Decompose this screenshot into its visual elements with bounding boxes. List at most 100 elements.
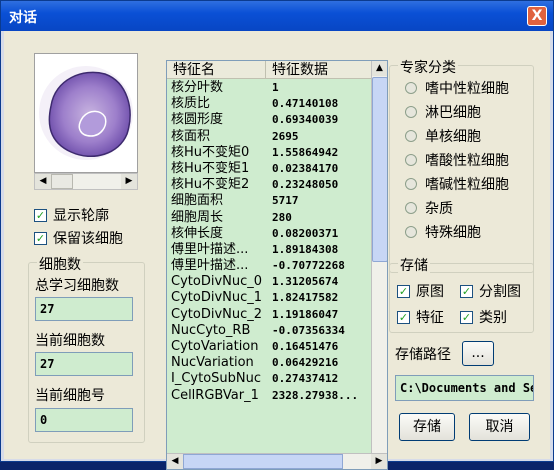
feature-row[interactable]: 核质比 0.47140108 [167,96,372,112]
feature-value: 1 [272,81,279,94]
keep-cell-label: 保留该细胞 [53,231,123,247]
expert-option-label: 杂质 [425,201,453,217]
feature-value: 280 [272,210,292,224]
feature-row[interactable]: 细胞面积 5717 [167,193,372,209]
cancel-button[interactable]: 取消 [469,413,530,441]
expert-group-label: 专家分类 [398,57,458,77]
checkmark-icon: ✓ [397,310,410,324]
feature-row[interactable]: 核Hu不变矩2 0.23248050 [167,177,372,193]
save-segmented-checkbox[interactable]: ✓ 分割图 [460,281,521,301]
feature-list-vthumb[interactable] [372,77,387,262]
total-cells-field[interactable]: 27 [35,297,133,321]
feature-name: 细胞周长 [171,209,224,225]
feature-row[interactable]: CytoDivNuc_0 1.31205674 [167,274,372,290]
feature-row[interactable]: 傅里叶描述... 1.89184308 [167,242,372,258]
feature-value: -0.70772268 [272,259,345,273]
scroll-left-icon[interactable]: ◀ [35,174,51,189]
feature-row[interactable]: 细胞周长 280 [167,210,372,226]
cell-image [34,53,138,173]
feature-row[interactable]: CytoDivNuc_2 1.19186047 [167,307,372,323]
feature-name: 核伸长度 [171,225,224,241]
title-bar[interactable]: 对话 X [1,1,553,31]
feature-name: 核Hu不变矩2 [171,177,250,193]
feature-rows: 核分叶数 1 核质比 0.47140108 核圆形度 0.69340039 核面积 2695 核… [167,80,372,404]
feature-value: 2328.27938... [272,388,359,402]
feature-name: I_CytoSubNuc [171,371,262,387]
radio-circle-icon [405,226,417,238]
feature-value: 1.82417582 [272,291,339,305]
radio-circle-icon [405,178,417,190]
current-cells-field[interactable]: 27 [35,352,133,376]
column-header-name[interactable]: 特征名 [167,61,266,78]
expert-option-radio[interactable]: 杂质 [405,198,453,218]
feature-list-header: 特征名 特征数据 [167,61,372,79]
save-category-checkbox[interactable]: ✓ 类别 [460,307,507,327]
checkmark-icon: ✓ [34,231,47,245]
feature-list-vscroll[interactable]: ▲ [371,61,387,453]
feature-value: 1.89184308 [272,242,339,256]
feature-name: 核圆形度 [171,112,224,128]
save-feature-checkbox[interactable]: ✓ 特征 [397,307,444,327]
cell-index-field[interactable]: 0 [35,408,133,432]
feature-name: 核质比 [171,96,211,112]
feature-row[interactable]: 傅里叶描述... -0.70772268 [167,258,372,274]
expert-option-radio[interactable]: 淋巴细胞 [405,102,481,122]
feature-row[interactable]: NucCyto_RB -0.07356334 [167,323,372,339]
expert-option-radio[interactable]: 特殊细胞 [405,222,481,242]
feature-row[interactable]: 核圆形度 0.69340039 [167,112,372,128]
feature-row[interactable]: 核伸长度 0.08200371 [167,226,372,242]
expert-option-radio[interactable]: 嗜中性粒细胞 [405,78,509,98]
expert-option-label: 特殊细胞 [425,225,481,241]
save-segmented-label: 分割图 [479,284,521,300]
checkmark-icon: ✓ [460,284,473,298]
expert-option-label: 单核细胞 [425,129,481,145]
feature-row[interactable]: CytoVariation 0.16451476 [167,339,372,355]
keep-cell-checkbox[interactable]: ✓ 保留该细胞 [34,228,123,248]
scroll-up-icon[interactable]: ▲ [372,61,387,76]
close-button[interactable]: X [527,6,547,26]
browse-button[interactable]: ... [462,341,494,366]
expert-option-label: 淋巴细胞 [425,105,481,121]
feature-value: 5717 [272,194,299,208]
feature-name: CytoDivNuc_0 [171,274,263,290]
feature-value: 0.08200371 [272,226,339,240]
feature-row[interactable]: I_CytoSubNuc 0.27437412 [167,371,372,387]
feature-row[interactable]: 核面积 2695 [167,129,372,145]
feature-name: NucVariation [171,355,254,371]
feature-value: 1.31205674 [272,275,339,289]
feature-row[interactable]: 核Hu不变矩1 0.02384170 [167,161,372,177]
feature-name: 核Hu不变矩1 [171,160,250,176]
feature-value: 0.02384170 [272,161,339,175]
save-original-checkbox[interactable]: ✓ 原图 [397,281,444,301]
show-contour-label: 显示轮廓 [53,208,109,224]
storage-path-field[interactable]: C:\Documents and Se [395,375,534,401]
image-scroll-thumb[interactable] [51,174,73,189]
expert-option-label: 嗜酸性粒细胞 [425,153,509,169]
expert-option-radio[interactable]: 嗜碱性粒细胞 [405,174,509,194]
feature-row[interactable]: CytoDivNuc_1 1.82417582 [167,290,372,306]
show-contour-checkbox[interactable]: ✓ 显示轮廓 [34,205,109,225]
feature-value: 0.47140108 [272,97,339,111]
feature-name: 傅里叶描述... [171,258,249,274]
feature-value: 2695 [272,129,299,143]
feature-list-hscroll[interactable]: ◀ ▶ [167,453,387,469]
feature-list[interactable]: 特征名 特征数据 核分叶数 1 核质比 0.47140108 核圆形度 0.6934003… [166,60,388,470]
feature-row[interactable]: CellRGBVar_1 2328.27938... [167,388,372,404]
feature-name: 傅里叶描述... [171,241,249,257]
feature-row[interactable]: 核Hu不变矩0 1.55864942 [167,145,372,161]
feature-row[interactable]: NucVariation 0.06429216 [167,355,372,371]
storage-path-label: 存储路径 [395,347,451,363]
expert-option-radio[interactable]: 单核细胞 [405,126,481,146]
total-cells-label: 总学习细胞数 [35,278,119,294]
scroll-right-icon[interactable]: ▶ [121,174,137,189]
window-title: 对话 [9,10,37,26]
feature-value: 0.06429216 [272,356,339,370]
feature-name: 核Hu不变矩0 [171,144,250,160]
save-category-label: 类别 [479,310,507,326]
expert-option-radio[interactable]: 嗜酸性粒细胞 [405,150,509,170]
image-scrollbar[interactable]: ◀ ▶ [34,173,138,190]
save-button[interactable]: 存储 [399,413,455,441]
feature-name: CytoVariation [171,339,259,354]
feature-row[interactable]: 核分叶数 1 [167,80,372,96]
column-header-value[interactable]: 特征数据 [266,61,372,78]
